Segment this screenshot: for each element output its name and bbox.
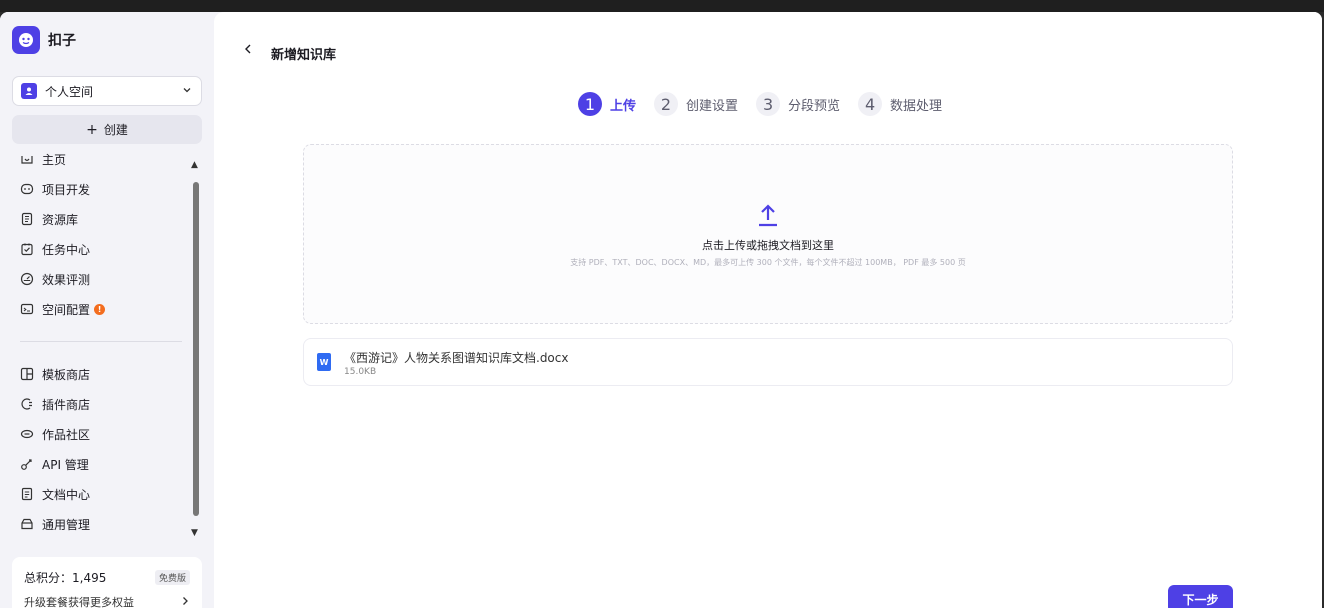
scroll-down-arrow-icon[interactable]: ▼ <box>191 528 198 538</box>
plugin-icon <box>20 397 34 411</box>
page-title: 新增知识库 <box>271 48 337 63</box>
upgrade-link[interactable]: 升级套餐获得更多权益 <box>24 594 190 608</box>
step-upload: 1 上传 <box>578 92 636 116</box>
dropzone-hint: 支持 PDF、TXT、DOC、DOCX、MD，最多可上传 300 个文件，每个文… <box>570 258 966 267</box>
primary-nav: 主页 项目开发 资源库 任务中心 效果评测 空间配置 ! <box>12 144 188 324</box>
credits-total: 总积分：1,495 <box>24 571 107 585</box>
upgrade-label: 升级套餐获得更多权益 <box>24 596 134 608</box>
sidebar-item-template-store[interactable]: 模板商店 <box>12 359 188 389</box>
browser-chrome-strip <box>0 0 1324 12</box>
step-number: 4 <box>858 92 883 116</box>
step-label: 数据处理 <box>890 98 943 114</box>
scroll-thumb[interactable] <box>193 182 199 516</box>
doc-icon <box>20 487 34 501</box>
sidebar-item-community[interactable]: 作品社区 <box>12 419 188 449</box>
sidebar-item-label: 任务中心 <box>42 242 91 257</box>
dropzone-title: 点击上传或拖拽文档到这里 <box>702 239 834 252</box>
credits-panel: 总积分：1,495 免费版 升级套餐获得更多权益 <box>12 557 202 608</box>
sidebar-item-label: 效果评测 <box>42 272 91 287</box>
step-number: 1 <box>578 92 602 116</box>
sidebar-item-doc-center[interactable]: 文档中心 <box>12 479 188 509</box>
nav-divider <box>20 341 182 342</box>
task-icon <box>20 242 34 256</box>
config-icon <box>20 302 34 316</box>
brand-name: 扣子 <box>48 33 76 49</box>
space-label: 个人空间 <box>45 84 94 99</box>
next-step-button[interactable]: 下一步 <box>1168 585 1233 608</box>
sidebar-item-library[interactable]: 资源库 <box>12 204 188 234</box>
space-select[interactable]: 个人空间 <box>12 76 202 106</box>
step-label: 创建设置 <box>686 98 739 114</box>
sidebar-item-label: 资源库 <box>42 212 79 227</box>
file-size: 15.0KB <box>344 367 377 377</box>
sidebar-item-home[interactable]: 主页 <box>12 144 188 174</box>
sidebar-item-label: 文档中心 <box>42 487 91 502</box>
template-icon <box>20 367 34 381</box>
sidebar-item-label: 插件商店 <box>42 397 91 412</box>
chevron-right-icon <box>180 595 190 608</box>
create-button[interactable]: + 创建 <box>12 115 202 144</box>
sidebar-item-plugin-store[interactable]: 插件商店 <box>12 389 188 419</box>
step-label: 上传 <box>610 98 637 114</box>
brand-logo-icon <box>12 26 40 54</box>
plan-badge: 免费版 <box>154 570 190 585</box>
community-icon <box>20 427 34 441</box>
secondary-nav: 模板商店 插件商店 作品社区 API 管理 文档中心 通用管理 <box>12 359 188 539</box>
sidebar-item-label: 主页 <box>42 152 67 167</box>
sidebar-item-evaluation[interactable]: 效果评测 <box>12 264 188 294</box>
word-file-icon: W <box>317 353 331 371</box>
step-number: 3 <box>756 92 781 116</box>
sidebar-item-label: 项目开发 <box>42 182 91 197</box>
sidebar-item-label: 通用管理 <box>42 517 91 532</box>
step-create-settings: 2 创建设置 <box>654 92 738 116</box>
plus-icon: + <box>86 121 98 138</box>
sidebar-item-general-management[interactable]: 通用管理 <box>12 509 188 539</box>
library-icon <box>20 212 34 226</box>
step-data-processing: 4 数据处理 <box>858 92 942 116</box>
gauge-icon <box>20 272 34 286</box>
sidebar-scrollbar[interactable]: ▲ ▼ <box>190 160 202 538</box>
scroll-up-arrow-icon[interactable]: ▲ <box>191 160 198 170</box>
user-icon <box>21 83 37 99</box>
api-icon <box>20 457 34 471</box>
manage-icon <box>20 517 34 531</box>
sidebar-item-label: API 管理 <box>42 457 89 472</box>
back-button[interactable] <box>242 42 254 60</box>
upload-icon <box>756 203 780 233</box>
sidebar-item-label: 模板商店 <box>42 367 91 382</box>
step-segment-preview: 3 分段预览 <box>756 92 840 116</box>
sidebar-item-label: 作品社区 <box>42 427 91 442</box>
sidebar-item-tasks[interactable]: 任务中心 <box>12 234 188 264</box>
sidebar-item-space-config[interactable]: 空间配置 ! <box>12 294 188 324</box>
main-panel: 新增知识库 1 上传 2 创建设置 3 分段预览 4 数据处理 点击上传或拖拽文… <box>214 12 1322 608</box>
uploaded-file-item[interactable]: W 《西游记》人物关系图谱知识库文档.docx 15.0KB <box>303 338 1233 386</box>
home-icon <box>20 152 34 166</box>
sidebar-item-projects[interactable]: 项目开发 <box>12 174 188 204</box>
brand[interactable]: 扣子 <box>12 26 76 54</box>
chevron-down-icon <box>181 84 193 99</box>
file-name: 《西游记》人物关系图谱知识库文档.docx <box>344 351 569 365</box>
stepper: 1 上传 2 创建设置 3 分段预览 4 数据处理 <box>578 92 960 116</box>
step-number: 2 <box>654 92 679 116</box>
sidebar-item-label: 空间配置 <box>42 302 91 317</box>
alert-badge: ! <box>94 303 106 315</box>
sidebar: 扣子 个人空间 + 创建 主页 项目开发 资源库 任务中心 效果评测 空间配置 … <box>0 12 212 608</box>
create-button-label: 创建 <box>103 123 128 137</box>
step-label: 分段预览 <box>788 98 841 114</box>
chevron-left-icon <box>242 42 254 60</box>
robot-icon <box>20 182 34 196</box>
upload-dropzone[interactable]: 点击上传或拖拽文档到这里 支持 PDF、TXT、DOC、DOCX、MD，最多可上… <box>303 144 1233 324</box>
sidebar-item-api-management[interactable]: API 管理 <box>12 449 188 479</box>
app-window: 扣子 个人空间 + 创建 主页 项目开发 资源库 任务中心 效果评测 空间配置 … <box>0 12 1322 608</box>
